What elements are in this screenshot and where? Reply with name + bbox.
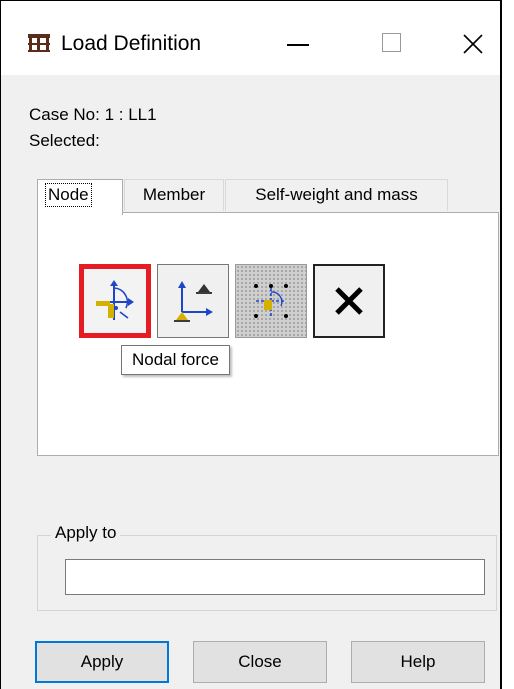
tab-member[interactable]: Member [124, 179, 224, 211]
nodal-force-icon [96, 280, 134, 320]
help-button[interactable]: Help [351, 641, 485, 683]
delete-load-icon [335, 287, 363, 315]
tab-node[interactable]: Node [37, 179, 123, 215]
tab-self-weight-and-mass[interactable]: Self-weight and mass [225, 179, 448, 211]
apply-to-input[interactable] [65, 559, 485, 595]
nodal-support-displacement-icon [174, 281, 213, 322]
case-number-label: Case No: 1 : LL1 [29, 105, 157, 124]
delete-load-button[interactable] [313, 264, 385, 338]
selected-label: Selected: [29, 131, 100, 150]
minimize-button[interactable] [269, 19, 325, 69]
apply-to-label: Apply to [51, 523, 121, 543]
maximize-button[interactable] [363, 19, 419, 69]
nodal-force-button[interactable] [79, 264, 151, 338]
structure-icon [28, 34, 50, 52]
multiple-node-load-button[interactable] [235, 264, 307, 338]
title-bar[interactable]: Load Definition [1, 1, 500, 75]
load-definition-dialog: Load Definition Case No: 1 : LL1 Selecte… [0, 0, 502, 689]
tab-node-label: Node [45, 183, 92, 207]
support-displacement-button[interactable] [157, 264, 229, 338]
close-button[interactable]: Close [193, 641, 327, 683]
load-tool-toolbar [79, 264, 385, 344]
window-title: Load Definition [61, 32, 202, 55]
apply-button[interactable]: Apply [35, 641, 169, 683]
close-window-button[interactable] [447, 19, 503, 69]
close-icon [463, 34, 483, 54]
nodal-force-tooltip: Nodal force [121, 345, 230, 375]
multiple-node-load-icon [254, 284, 288, 318]
